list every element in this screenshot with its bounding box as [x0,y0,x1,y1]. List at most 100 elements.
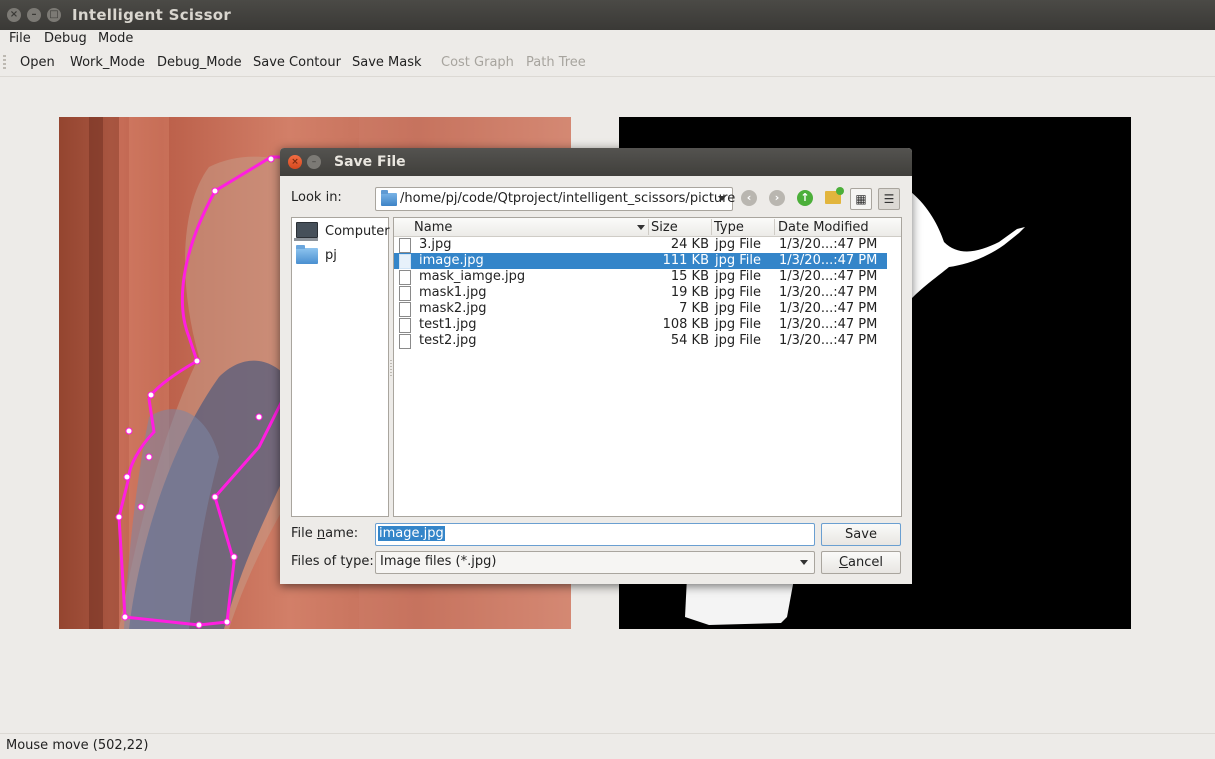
menu-debug[interactable]: Debug [44,31,87,46]
file-date-cell: 1/3/20...:47 PM [779,317,878,332]
file-date-cell: 1/3/20...:47 PM [779,253,878,268]
file-list-header: Name Size Type Date Modified [394,218,901,237]
file-type-cell: jpg File [715,285,762,300]
file-date-cell: 1/3/20...:47 PM [779,301,878,316]
column-name[interactable]: Name [414,220,452,235]
file-icon [399,334,411,349]
folder-icon [381,190,397,206]
file-row[interactable]: 3.jpg 24 KB jpg File 1/3/20...:47 PM [394,237,887,253]
maximize-icon[interactable]: □ [47,8,61,22]
save-mask-button[interactable]: Save Mask [352,55,422,70]
parent-directory-icon[interactable]: ↑ [797,190,813,206]
file-type-cell: jpg File [715,333,762,348]
file-row[interactable]: mask1.jpg 19 KB jpg File 1/3/20...:47 PM [394,285,887,301]
menu-bar: File Debug Mode [0,30,1215,50]
file-type-label: Files of type: [291,554,374,569]
chevron-down-icon [800,560,808,565]
column-type[interactable]: Type [714,220,744,235]
file-size-cell: 15 KB [670,269,709,284]
forward-icon[interactable]: › [769,190,785,206]
save-button[interactable]: Save [821,523,901,546]
file-name-cell: mask_iamge.jpg [419,269,526,284]
file-list: Name Size Type Date Modified 3.jpg 24 KB j… [393,217,902,517]
file-name-value: image.jpg [378,526,445,541]
file-type-cell: jpg File [715,253,762,268]
menu-mode[interactable]: Mode [98,31,133,46]
file-name-cell: mask2.jpg [419,301,487,316]
chevron-down-icon [718,196,726,201]
file-row[interactable]: image.jpg 111 KB jpg File 1/3/20...:47 PM [394,253,887,269]
close-icon[interactable]: × [7,8,21,22]
column-divider[interactable] [648,219,649,235]
dialog-minimize-icon[interactable]: – [307,155,321,169]
file-icon [399,270,411,285]
dialog-title: Save File [334,154,406,170]
file-name-cell: test2.jpg [419,333,477,348]
toolbar: Open Work_Mode Debug_Mode Save Contour S… [0,50,1215,77]
file-row[interactable]: test1.jpg 108 KB jpg File 1/3/20...:47 PM [394,317,887,333]
file-row[interactable]: mask_iamge.jpg 15 KB jpg File 1/3/20...:47 … [394,269,887,285]
file-name-label: File name: [291,526,359,541]
detail-view-icon[interactable]: ☰ [878,188,900,210]
sidebar-item-computer[interactable]: Computer [294,221,390,243]
toolbar-grip[interactable] [3,55,6,71]
column-divider[interactable] [711,219,712,235]
sort-descending-icon [637,225,645,230]
window-title: Intelligent Scissor [72,6,232,24]
file-date-cell: 1/3/20...:47 PM [779,333,878,348]
file-size-cell: 19 KB [670,285,709,300]
file-type-cell: jpg File [715,317,762,332]
file-type-cell: jpg File [715,301,762,316]
new-folder-icon[interactable] [825,187,844,204]
work-mode-button[interactable]: Work_Mode [70,55,145,70]
places-sidebar: Computer pj [291,217,390,517]
file-name-cell: image.jpg [419,253,484,268]
file-size-cell: 111 KB [662,253,709,268]
sidebar-item-pj[interactable]: pj [296,245,386,267]
file-row[interactable]: mask2.jpg 7 KB jpg File 1/3/20...:47 PM [394,301,887,317]
file-name-cell: 3.jpg [419,237,452,252]
sidebar-item-label: Computer [325,224,390,239]
minimize-icon[interactable]: – [27,8,41,22]
splitter-handle[interactable] [390,360,392,376]
file-icon [399,318,411,333]
file-type-cell: jpg File [715,237,762,252]
open-button[interactable]: Open [20,55,55,70]
app-title-bar: × – □ Intelligent Scissor [0,0,1215,30]
back-icon[interactable]: ‹ [741,190,757,206]
file-date-cell: 1/3/20...:47 PM [779,269,878,284]
file-type-cell: jpg File [715,269,762,284]
file-name-cell: mask1.jpg [419,285,487,300]
save-contour-button[interactable]: Save Contour [253,55,341,70]
file-name-input[interactable]: image.jpg [375,523,815,546]
column-divider[interactable] [774,219,775,235]
cost-graph-button[interactable]: Cost Graph [441,55,514,70]
file-size-cell: 54 KB [670,333,709,348]
cancel-button[interactable]: Cancel [821,551,901,574]
dialog-title-bar: × – Save File [280,148,912,176]
sidebar-item-label: pj [325,248,337,263]
column-date-modified[interactable]: Date Modified [778,220,869,235]
file-type-value: Image files (*.jpg) [380,554,497,569]
file-row[interactable]: test2.jpg 54 KB jpg File 1/3/20...:47 PM [394,333,887,349]
file-size-cell: 24 KB [670,237,709,252]
look-in-combo[interactable]: /home/pj/code/Qtproject/intelligent_scis… [375,187,735,211]
folder-icon [296,245,318,264]
file-date-cell: 1/3/20...:47 PM [779,237,878,252]
look-in-label: Look in: [291,190,342,205]
file-size-cell: 108 KB [662,317,709,332]
list-view-icon[interactable]: ▦ [850,188,872,210]
file-name-cell: test1.jpg [419,317,477,332]
debug-mode-button[interactable]: Debug_Mode [157,55,242,70]
computer-icon [294,222,318,241]
column-size[interactable]: Size [651,220,678,235]
dialog-close-icon[interactable]: × [288,155,302,169]
file-icon [399,254,411,269]
save-file-dialog: × – Save File Look in: /home/pj/code/Qtp… [280,148,912,584]
file-icon [399,302,411,317]
path-tree-button[interactable]: Path Tree [526,55,586,70]
file-size-cell: 7 KB [679,301,709,316]
menu-file[interactable]: File [9,31,31,46]
file-icon [399,238,411,253]
file-type-combo[interactable]: Image files (*.jpg) [375,551,815,574]
